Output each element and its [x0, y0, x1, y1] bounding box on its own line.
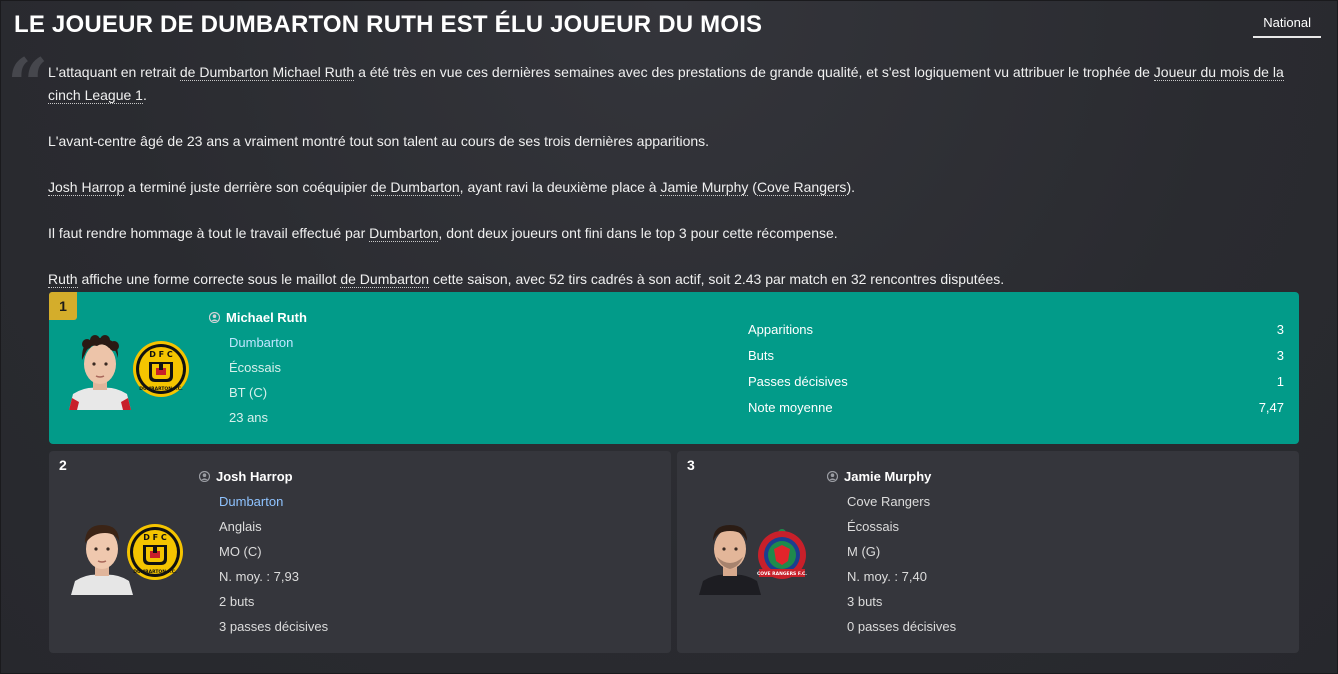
article-body: L'attaquant en retrait de Dumbarton Mich…: [48, 61, 1288, 291]
crest-text: DUMBARTON F.C.: [133, 569, 177, 575]
stat-label: Passes décisives: [748, 374, 848, 389]
text: , dont deux joueurs ont fini dans le top…: [438, 225, 838, 241]
player-position: BT (C): [229, 385, 268, 400]
text: , ayant ravi la deuxième place à: [459, 179, 661, 195]
player-nationality: Écossais: [847, 519, 900, 534]
article-paragraph: Il faut rendre hommage à tout le travail…: [48, 222, 1288, 245]
player-club-link[interactable]: Dumbarton: [229, 335, 293, 350]
rank-badge: 1: [49, 292, 77, 320]
text: a été très en vue ces dernières semaines…: [354, 64, 1154, 80]
quote-icon: “: [7, 42, 49, 127]
player-name-row[interactable]: Jamie Murphy: [827, 469, 931, 484]
player-photo[interactable]: [699, 517, 761, 595]
person-icon: [199, 471, 210, 482]
stat-value: 3: [1276, 322, 1284, 337]
player-photo[interactable]: [71, 517, 133, 595]
player-link[interactable]: Ruth: [48, 271, 78, 288]
text: cette saison, avec 52 tirs cadrés à son …: [429, 271, 1005, 287]
club-link[interactable]: Dumbarton: [369, 225, 439, 242]
player-goals: 2 buts: [219, 594, 255, 609]
crest-letters: D F C: [143, 533, 167, 542]
stat-row: Note moyenne 7,47: [748, 400, 1284, 415]
stat-row: Passes décisives 1: [748, 374, 1284, 389]
club-link[interactable]: Cove Rangers: [756, 179, 847, 196]
stat-value: 1: [1276, 374, 1284, 389]
player-name: Josh Harrop: [216, 469, 293, 484]
tab-national[interactable]: National: [1253, 13, 1321, 38]
text: .: [142, 87, 147, 103]
club-link[interactable]: de Dumbarton: [340, 271, 430, 288]
club-link[interactable]: de Dumbarton: [370, 179, 460, 196]
text: Il faut rendre hommage à tout le travail…: [48, 225, 370, 241]
player-link[interactable]: Jamie Murphy: [660, 179, 749, 196]
player-name-row[interactable]: Michael Ruth: [209, 310, 307, 325]
stat-row: Apparitions 3: [748, 322, 1284, 337]
crest-letters: D F C: [149, 350, 173, 359]
stat-value: 3: [1276, 348, 1284, 363]
rank-label: 2: [59, 457, 67, 473]
player-photo[interactable]: [69, 332, 131, 410]
dumbarton-crest-icon[interactable]: D F C DUMBARTON F.C.: [132, 340, 190, 398]
player-nationality: Écossais: [229, 360, 282, 375]
player-rating: N. moy. : 7,40: [847, 569, 927, 584]
third-place-card: 3 COVE RANGERS F.C. Jamie Murphy Cove Ra…: [677, 451, 1299, 653]
stat-value: 7,47: [1258, 400, 1284, 415]
player-club-link[interactable]: Dumbarton: [219, 494, 283, 509]
text: ).: [846, 179, 855, 195]
article-paragraph: L'attaquant en retrait de Dumbarton Mich…: [48, 61, 1288, 107]
player-assists: 0 passes décisives: [847, 619, 957, 634]
text: a terminé juste derrière son coéquipier: [124, 179, 371, 195]
stat-label: Buts: [748, 348, 775, 363]
text: (: [748, 179, 757, 195]
club-link[interactable]: de Dumbarton: [179, 64, 269, 81]
player-link[interactable]: Michael Ruth: [272, 64, 355, 81]
player-assists: 3 passes décisives: [219, 619, 329, 634]
stat-row: Buts 3: [748, 348, 1284, 363]
player-name-row[interactable]: Josh Harrop: [199, 469, 293, 484]
article-paragraph: Ruth affiche une forme correcte sous le …: [48, 268, 1288, 291]
player-age: 23 ans: [229, 410, 269, 425]
article-paragraph: L'avant-centre âgé de 23 ans a vraiment …: [48, 133, 710, 149]
player-rating: N. moy. : 7,93: [219, 569, 299, 584]
text: L'attaquant en retrait: [48, 64, 180, 80]
stat-label: Apparitions: [748, 322, 814, 337]
news-headline: LE JOUEUR DE DUMBARTON RUTH EST ÉLU JOUE…: [14, 11, 763, 38]
player-link[interactable]: Josh Harrop: [48, 179, 125, 196]
player-goals: 3 buts: [847, 594, 883, 609]
crest-text: DUMBARTON F.C.: [139, 386, 183, 392]
text: affiche une forme correcte sous le maill…: [77, 271, 341, 287]
rank-label: 3: [687, 457, 695, 473]
dumbarton-crest-icon[interactable]: D F C DUMBARTON F.C.: [126, 523, 184, 581]
crest-text: COVE RANGERS F.C.: [757, 571, 807, 577]
cove-rangers-crest-icon[interactable]: COVE RANGERS F.C.: [753, 523, 811, 581]
player-name: Jamie Murphy: [844, 469, 932, 484]
news-panel: LE JOUEUR DE DUMBARTON RUTH EST ÉLU JOUE…: [0, 0, 1338, 674]
player-name: Michael Ruth: [226, 310, 307, 325]
winner-card: 1 D F C DUMBARTON F.C. Michael Ruth Dumb…: [49, 292, 1299, 444]
person-icon: [827, 471, 838, 482]
player-club-link[interactable]: Cove Rangers: [847, 494, 930, 509]
runner-up-card: 2 D F C DUMBARTON F.C. Josh Harrop Dumba…: [49, 451, 671, 653]
player-nationality: Anglais: [219, 519, 262, 534]
player-position: MO (C): [219, 544, 262, 559]
stat-label: Note moyenne: [748, 400, 833, 415]
person-icon: [209, 312, 220, 323]
article-paragraph: Josh Harrop a terminé juste derrière son…: [48, 176, 1288, 199]
player-position: M (G): [847, 544, 881, 559]
